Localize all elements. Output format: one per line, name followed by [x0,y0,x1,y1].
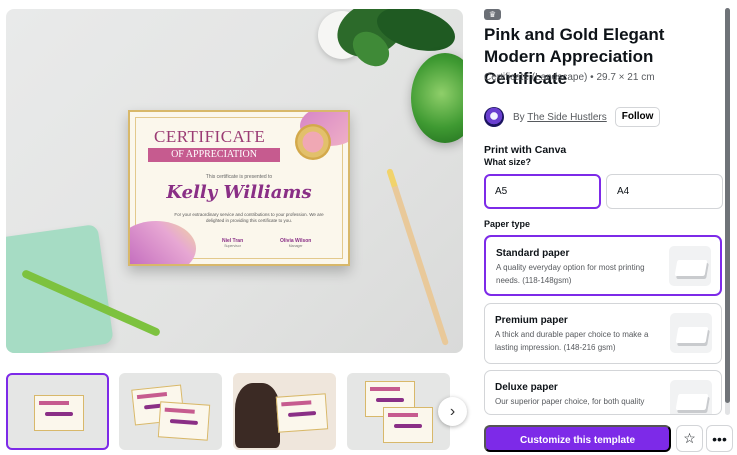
paper-desc: Our superior paper choice, for both qual… [495,397,645,406]
signature-block: Olivia Wilson Manager [280,238,311,248]
certificate-subtitle: OF APPRECIATION [148,148,280,162]
scrollbar-thumb[interactable] [725,8,730,403]
size-heading: What size? [484,157,532,167]
signer-role: Manager [288,244,303,248]
thumbnail-strip: › [6,373,467,452]
certificate-body: For your extraordinary service and contr… [174,212,324,224]
customize-template-button[interactable]: Customize this template [484,425,671,452]
thumbnail-3[interactable] [233,373,336,450]
signer-role: Supervisor [224,244,241,248]
template-preview[interactable]: CERTIFICATE OF APPRECIATION This certifi… [6,9,463,353]
chevron-right-icon[interactable]: › [438,397,467,426]
more-icon[interactable]: ••• [706,425,733,452]
paper-stack-icon [670,313,712,353]
paper-name: Standard paper [496,248,570,259]
author-byline: By The Side Hustlers [513,112,607,123]
paper-option-deluxe[interactable]: Deluxe paper Our superior paper choice, … [484,370,722,415]
follow-button[interactable]: Follow [614,107,661,127]
size-option-a4[interactable]: A4 [606,174,723,209]
pencil [386,168,450,346]
certificate-presented: This certificate is presented to [205,174,273,180]
paper-option-standard[interactable]: Standard paper A quality everyday option… [484,235,722,296]
paper-type-heading: Paper type [484,219,531,229]
thumbnail-2[interactable] [119,373,222,450]
thumbnail-person [235,383,280,448]
thumbnail-4[interactable] [347,373,450,450]
green-glass [411,53,463,143]
author-link[interactable]: The Side Hustlers [527,112,606,123]
paper-desc: A thick and durable paper choice to make… [495,330,649,352]
by-label: By [513,111,525,123]
template-details-panel: ♛ Pink and Gold Elegant Modern Appreciat… [484,0,729,455]
print-heading: Print with Canva [484,144,567,156]
thumbnail-certificate [275,393,329,433]
thumbnail-1[interactable] [6,373,109,450]
paper-stack-icon [670,380,712,414]
star-icon[interactable]: ☆ [676,425,703,452]
certificate-title: CERTIFICATE [154,127,266,146]
paper-name: Deluxe paper [495,382,558,393]
certificate-recipient: Kelly Williams [166,182,312,203]
paper-name: Premium paper [495,315,568,326]
avatar[interactable] [484,107,504,127]
crown-icon: ♛ [484,9,501,20]
template-meta: Certificate (Landscape) • 29.7 × 21 cm [484,72,655,83]
paper-stack-icon [669,246,711,286]
author-row: By The Side Hustlers Follow [484,106,724,128]
seal-icon [295,124,331,160]
thumbnail-certificate [157,401,211,441]
paper-desc: A quality everyday option for most print… [496,263,645,285]
thumbnail-certificate [383,407,433,443]
size-option-a5[interactable]: A5 [484,174,601,209]
certificate-mockup: CERTIFICATE OF APPRECIATION This certifi… [128,110,350,266]
paper-option-premium[interactable]: Premium paper A thick and durable paper … [484,303,722,364]
thumbnail-certificate [34,395,84,431]
signature-block: Niel Tran Supervisor [222,238,243,248]
